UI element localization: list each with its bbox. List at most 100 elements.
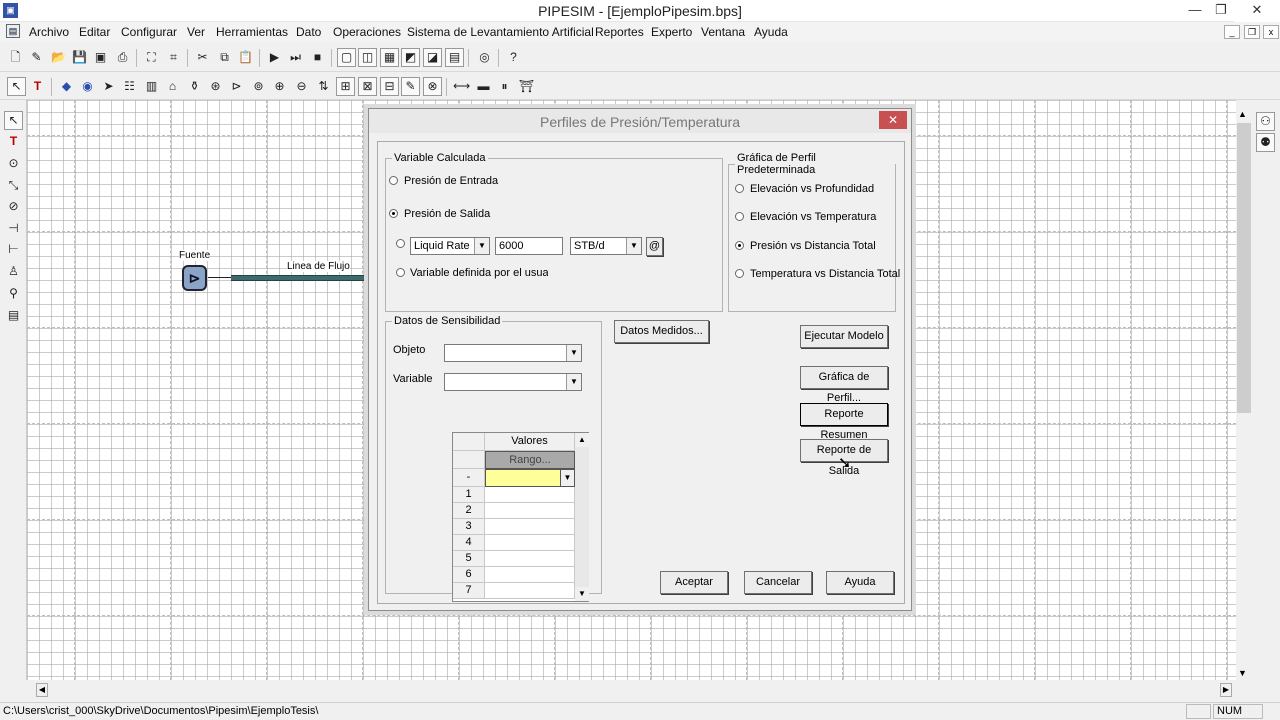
chevron-down-icon[interactable]: ▼ [560, 470, 574, 486]
pump-icon[interactable]: ⊛ [206, 77, 225, 96]
mdi-restore-button[interactable]: ❐ [1244, 25, 1260, 39]
radio-pres-dist[interactable] [735, 241, 744, 250]
injection-icon[interactable]: ⊠ [358, 77, 377, 96]
menu-experto[interactable]: Experto [651, 25, 692, 39]
menu-dato[interactable]: Dato [296, 25, 321, 39]
left-figure-icon[interactable]: ♙ [4, 262, 23, 281]
left-text-icon[interactable]: T [4, 132, 23, 151]
select-pointer-icon[interactable]: ↖ [7, 77, 26, 96]
radio-temp-dist[interactable] [735, 269, 744, 278]
multiplier-icon[interactable]: ⏸ [495, 77, 514, 96]
view-table-icon[interactable]: ▤ [445, 48, 464, 67]
cut-icon[interactable]: ✂ [193, 48, 212, 67]
menu-reportes[interactable]: Reportes [595, 25, 644, 39]
left-select-icon[interactable]: ↖ [4, 111, 23, 130]
new-file-icon[interactable]: 🗋 [6, 48, 25, 67]
flow-value-input[interactable]: 6000 [495, 237, 563, 255]
separator-icon[interactable]: ⇅ [314, 77, 333, 96]
stop-icon[interactable]: ■ [308, 48, 327, 67]
connector-icon[interactable]: ⟷ [452, 77, 471, 96]
grid-value-cell[interactable] [485, 519, 575, 535]
view-plot-icon[interactable]: ◩ [401, 48, 420, 67]
scroll-up-icon[interactable]: ▲ [1238, 109, 1247, 119]
at-button[interactable]: @ [646, 237, 663, 256]
find-icon[interactable]: ⛶ [142, 48, 161, 67]
mdi-close-button[interactable]: x [1263, 25, 1279, 39]
vertical-scrollbar[interactable]: ▲ ▼ [1236, 107, 1252, 682]
text-tool-icon[interactable]: T [28, 77, 47, 96]
tubing-icon[interactable]: ☷ [120, 77, 139, 96]
copy-icon[interactable]: ⧉ [215, 48, 234, 67]
view-chart-icon[interactable]: ▦ [380, 48, 399, 67]
left-zoom-icon[interactable]: ⊘ [4, 197, 23, 216]
save-as-icon[interactable]: ▣ [91, 48, 110, 67]
report-icon[interactable]: ⊟ [380, 77, 399, 96]
menu-ver[interactable]: Ver [187, 25, 205, 39]
menu-herramientas[interactable]: Herramientas [216, 25, 288, 39]
flow-variable-select[interactable]: Liquid Rate ▼ [410, 237, 490, 255]
flowline-icon[interactable]: ▥ [142, 77, 161, 96]
datos-medidos-button[interactable]: Datos Medidos... [614, 320, 709, 343]
check-icon[interactable]: ⊗ [423, 77, 442, 96]
platform-icon[interactable]: ⛩ [517, 77, 536, 96]
scroll-down-icon[interactable]: ▼ [1238, 668, 1247, 678]
view-curve-icon[interactable]: ◪ [423, 48, 442, 67]
choke-icon[interactable]: ⚱ [185, 77, 204, 96]
aceptar-button[interactable]: Aceptar [660, 571, 728, 594]
dialog-close-button[interactable]: ✕ [879, 111, 907, 129]
mdi-doc-icon[interactable]: ▤ [6, 24, 20, 38]
view-window-icon[interactable]: ▢ [337, 48, 356, 67]
grid-value-cell[interactable] [485, 551, 575, 567]
left-table-icon[interactable]: ▤ [4, 306, 23, 325]
sink-icon[interactable]: ➤ [99, 77, 118, 96]
mdi-minimize-button[interactable]: _ [1224, 25, 1240, 39]
left-pump-icon[interactable]: ⊣ [4, 219, 23, 238]
scroll-thumb[interactable] [1237, 123, 1251, 413]
print-icon[interactable]: ⎙ [113, 48, 132, 67]
objeto-select[interactable]: ▼ [444, 344, 582, 362]
chevron-down-icon[interactable]: ▼ [566, 374, 581, 390]
chevron-down-icon[interactable]: ▼ [474, 238, 489, 254]
reporte-resumen-button[interactable]: Reporte Resumen [800, 403, 888, 441]
globe-icon[interactable]: ◎ [475, 48, 494, 67]
mixer-icon[interactable]: ⊞ [336, 77, 355, 96]
radio-presion-entrada[interactable] [389, 176, 398, 185]
cancelar-button[interactable]: Cancelar [744, 571, 812, 594]
close-button[interactable]: ✕ [1234, 0, 1280, 22]
cooler-icon[interactable]: ⊖ [292, 77, 311, 96]
grid-scroll-up-icon[interactable]: ▲ [575, 433, 589, 447]
grid-value-cell[interactable] [485, 567, 575, 583]
well-icon[interactable]: ◉ [78, 77, 97, 96]
grid-value-cell[interactable] [485, 535, 575, 551]
menu-levantamiento[interactable]: Sistema de Levantamiento Artificial [407, 25, 594, 39]
view-split-icon[interactable]: ◫ [358, 48, 377, 67]
flow-unit-select[interactable]: STB/d ▼ [570, 237, 642, 255]
tools-icon[interactable]: ✎ [27, 48, 46, 67]
radio-flow-variable[interactable] [396, 239, 405, 248]
left-well-icon[interactable]: ⚲ [4, 284, 23, 303]
edit-icon[interactable]: ✎ [401, 77, 420, 96]
left-valve-icon[interactable]: ⊢ [4, 240, 23, 259]
left-node-icon[interactable]: ⊙ [4, 154, 23, 173]
run-all-icon[interactable]: ⏭ [286, 48, 305, 67]
paste-icon[interactable]: 📋 [236, 48, 255, 67]
maximize-button[interactable]: ❐ [1204, 0, 1238, 22]
source-icon[interactable]: ◆ [57, 77, 76, 96]
scroll-right-icon[interactable]: ▶ [1220, 683, 1232, 697]
menu-ayuda[interactable]: Ayuda [754, 25, 788, 39]
heater-icon[interactable]: ⊕ [270, 77, 289, 96]
grid-value-cell[interactable] [485, 583, 575, 599]
grid-value-cell[interactable] [485, 487, 575, 503]
junction-icon[interactable]: ▬ [474, 77, 493, 96]
chevron-down-icon[interactable]: ▼ [566, 345, 581, 361]
scroll-left-icon[interactable]: ◀ [36, 683, 48, 697]
ejecutar-modelo-button[interactable]: Ejecutar Modelo [800, 325, 888, 348]
tree-alt-icon[interactable]: ⚉ [1256, 133, 1275, 152]
expander-icon[interactable]: ⊚ [249, 77, 268, 96]
grid-scrollbar[interactable] [575, 447, 589, 587]
menu-ventana[interactable]: Ventana [701, 25, 745, 39]
run-icon[interactable]: ▶ [265, 48, 284, 67]
ayuda-button[interactable]: Ayuda [826, 571, 894, 594]
open-folder-icon[interactable]: 📂 [49, 48, 68, 67]
menu-editar[interactable]: Editar [79, 25, 110, 39]
